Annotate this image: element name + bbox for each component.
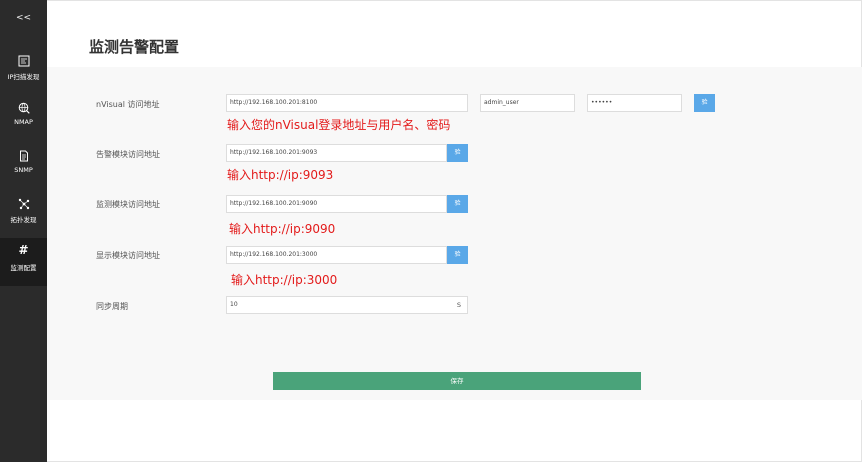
sync-period-label: 同步周期: [96, 302, 128, 311]
sidebar-item-label: 监测配置: [10, 264, 37, 272]
sidebar-item-ip-scan[interactable]: IP扫描发现: [0, 55, 47, 105]
sync-period-value: 10: [230, 301, 238, 308]
monitor-verify-button[interactable]: 验: [447, 195, 468, 213]
ip-scan-icon: [18, 55, 29, 67]
display-url-input[interactable]: http://192.168.100.201:3000: [226, 246, 447, 264]
globe-search-icon: [18, 102, 30, 114]
alert-verify-button[interactable]: 验: [447, 144, 468, 162]
sidebar-item-monitor-config[interactable]: # 监测配置: [0, 238, 47, 286]
sidebar-item-label: NMAP: [14, 118, 33, 126]
monitor-url-label: 监测模块访问地址: [96, 200, 160, 209]
display-hint-annotation: 输入http://ip:3000: [231, 273, 338, 287]
alert-url-input[interactable]: http://192.168.100.201:9093: [226, 144, 447, 162]
monitor-hint-annotation: 输入http://ip:9090: [229, 222, 336, 236]
sidebar-item-label: 拓扑发现: [10, 216, 37, 224]
nvisual-verify-button[interactable]: 验: [694, 94, 715, 112]
sync-period-unit: S: [456, 301, 461, 309]
sync-period-input[interactable]: 10 S: [226, 296, 468, 314]
display-verify-button[interactable]: 验: [447, 246, 468, 264]
sidebar-item-snmp[interactable]: SNMP: [0, 150, 47, 200]
nvisual-url-label: nVisual 访问地址: [96, 100, 160, 109]
hash-icon: #: [18, 243, 29, 257]
main-content: 监测告警配置 nVisual 访问地址 http://192.168.100.2…: [47, 0, 862, 462]
alert-url-label: 告警模块访问地址: [96, 150, 160, 159]
nvisual-password-input[interactable]: ••••••: [587, 94, 682, 112]
collapse-sidebar-button[interactable]: <<: [0, 13, 47, 23]
document-icon: [19, 150, 28, 162]
save-button[interactable]: 保存: [273, 372, 641, 390]
sidebar-item-label: SNMP: [14, 166, 33, 174]
sidebar: << IP扫描发现 NMAP SNMP 拓扑发现 # 监测配置: [0, 0, 47, 462]
sidebar-item-label: IP扫描发现: [7, 73, 40, 81]
nvisual-username-input[interactable]: admin_user: [480, 94, 575, 112]
nvisual-hint-annotation: 输入您的nVisual登录地址与用户名、密码: [227, 118, 451, 132]
sidebar-item-nmap[interactable]: NMAP: [0, 102, 47, 152]
config-form-panel: nVisual 访问地址 http://192.168.100.201:8100…: [47, 67, 862, 400]
topology-icon: [18, 198, 29, 210]
page-title: 监测告警配置: [89, 38, 180, 56]
nvisual-url-input[interactable]: http://192.168.100.201:8100: [226, 94, 468, 112]
display-url-label: 显示模块访问地址: [96, 251, 160, 260]
monitor-url-input[interactable]: http://192.168.100.201:9090: [226, 195, 447, 213]
alert-hint-annotation: 输入http://ip:9093: [227, 168, 334, 182]
